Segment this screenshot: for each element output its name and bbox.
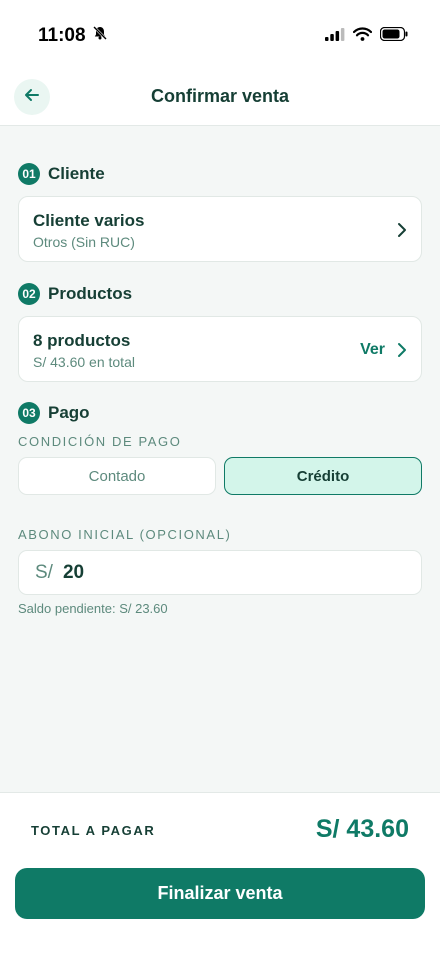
- step-number: 01: [18, 163, 40, 185]
- chevron-right-icon: [397, 342, 407, 363]
- wifi-icon: [352, 27, 373, 46]
- cellular-signal-icon: [325, 27, 345, 46]
- deposit-value: 20: [62, 561, 85, 583]
- footer: TOTAL A PAGAR S/ 43.60 Finalizar venta: [0, 792, 440, 956]
- payment-option-credito[interactable]: Crédito: [224, 457, 422, 495]
- status-time: 11:08: [38, 25, 108, 47]
- deposit-label: ABONO INICIAL (OPCIONAL): [18, 527, 232, 542]
- battery-icon: [379, 26, 408, 46]
- products-total: S/ 43.60 en total: [33, 354, 135, 370]
- view-products-link[interactable]: Ver: [360, 341, 385, 359]
- client-section-header: 01 Cliente: [18, 163, 105, 185]
- status-bar: 11:08: [0, 0, 440, 70]
- payment-section-header: 03 Pago: [18, 402, 90, 424]
- client-name: Cliente varios: [33, 211, 145, 230]
- products-count: 8 productos: [33, 331, 131, 350]
- products-section-header: 02 Productos: [18, 283, 132, 305]
- clock-text: 11:08: [38, 25, 86, 46]
- section-title: Pago: [48, 403, 90, 422]
- pending-balance-text: Saldo pendiente: S/ 23.60: [18, 601, 168, 616]
- total-value: S/ 43.60: [315, 815, 409, 843]
- payment-condition-label: CONDICIÓN DE PAGO: [18, 434, 182, 449]
- header: Confirmar venta: [0, 70, 440, 126]
- client-card[interactable]: Cliente varios Otros (Sin RUC): [18, 196, 422, 262]
- products-card[interactable]: 8 productos S/ 43.60 en total Ver: [18, 316, 422, 382]
- deposit-input[interactable]: S/ 20: [18, 550, 422, 595]
- client-detail: Otros (Sin RUC): [33, 234, 135, 250]
- payment-option-contado[interactable]: Contado: [18, 457, 216, 495]
- status-icons: [325, 26, 408, 46]
- chevron-right-icon: [397, 222, 407, 243]
- finalize-sale-button[interactable]: Finalizar venta: [15, 868, 425, 919]
- total-label: TOTAL A PAGAR: [31, 823, 156, 838]
- page-title: Confirmar venta: [150, 86, 290, 106]
- step-number: 03: [18, 402, 40, 424]
- step-number: 02: [18, 283, 40, 305]
- bell-slash-icon: [92, 25, 108, 47]
- currency-prefix: S/: [35, 561, 53, 583]
- section-title: Cliente: [48, 164, 105, 183]
- section-title: Productos: [48, 284, 133, 303]
